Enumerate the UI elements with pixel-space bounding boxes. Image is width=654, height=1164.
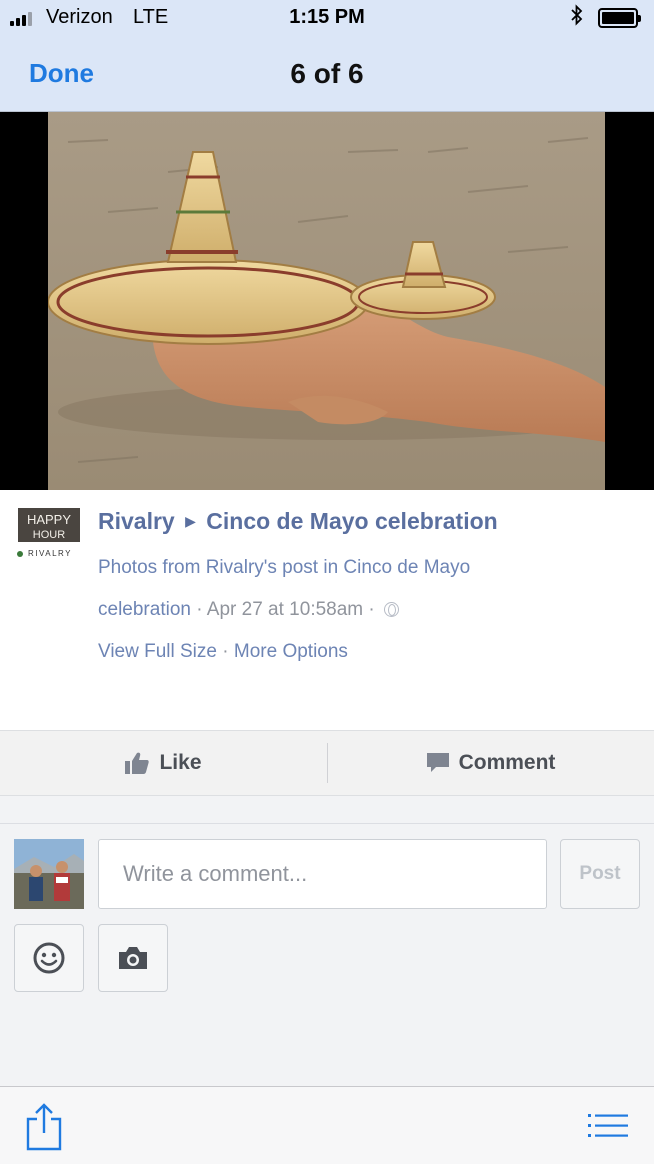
meta-separator: · xyxy=(368,599,375,620)
event-name-link[interactable]: Cinco de Mayo celebration xyxy=(206,508,497,534)
comment-input[interactable] xyxy=(98,839,547,909)
logo-text-rivalry: RIVALRY xyxy=(28,549,72,558)
status-bar: Verizon LTE 1:15 PM xyxy=(0,0,654,36)
speech-bubble-icon xyxy=(426,753,449,772)
options-separator: · xyxy=(222,641,229,662)
top-bar: Verizon LTE 1:15 PM Done 6 of 6 xyxy=(0,0,654,112)
comment-label: Comment xyxy=(458,751,556,774)
photo-counter: 6 of 6 xyxy=(290,58,364,89)
list-icon[interactable] xyxy=(588,1113,628,1139)
comment-composer: Post xyxy=(0,796,654,1086)
camera-icon xyxy=(119,947,147,969)
user-avatar xyxy=(14,839,84,909)
view-full-size-link[interactable]: View Full Size xyxy=(98,641,217,662)
like-label: Like xyxy=(159,751,202,774)
event-link[interactable]: celebration xyxy=(98,599,191,620)
post-date[interactable]: Apr 27 at 10:58am xyxy=(207,599,363,620)
photo-options: View Full Size · More Options xyxy=(98,641,348,663)
bottom-toolbar xyxy=(0,1086,654,1164)
smiley-icon xyxy=(33,942,65,974)
logo-text-happy: HAPPY xyxy=(27,512,71,527)
composer-divider xyxy=(0,823,654,824)
status-time: 1:15 PM xyxy=(289,6,365,28)
photo-sombreros-on-sand xyxy=(48,112,605,490)
more-options-link[interactable]: More Options xyxy=(234,641,348,662)
post-button[interactable]: Post xyxy=(560,839,640,909)
bluetooth-icon xyxy=(570,4,584,32)
comment-button[interactable]: Comment xyxy=(328,731,654,795)
post-info: HAPPY HOUR RIVALRY Rivalry ▶ Cinco de Ma… xyxy=(0,490,654,730)
play-arrow-icon: ▶ xyxy=(185,513,196,529)
post-meta: celebration · Apr 27 at 10:58am · xyxy=(98,599,400,621)
battery-icon xyxy=(598,8,641,28)
thumbs-up-icon xyxy=(125,752,150,774)
action-bar: Like Comment xyxy=(0,730,654,796)
emoji-button[interactable] xyxy=(14,924,84,992)
logo-text-hour: HOUR xyxy=(33,529,65,541)
photo-viewer[interactable] xyxy=(0,112,654,490)
page-name-link[interactable]: Rivalry xyxy=(98,508,175,534)
share-icon[interactable] xyxy=(24,1103,64,1151)
post-headline: Rivalry ▶ Cinco de Mayo celebration xyxy=(98,508,498,535)
page-avatar[interactable]: HAPPY HOUR RIVALRY xyxy=(16,506,84,564)
globe-icon xyxy=(384,602,400,617)
like-button[interactable]: Like xyxy=(0,731,327,795)
camera-button[interactable] xyxy=(98,924,168,992)
post-description[interactable]: Photos from Rivalry's post in Cinco de M… xyxy=(98,557,470,579)
meta-separator: · xyxy=(196,599,203,620)
